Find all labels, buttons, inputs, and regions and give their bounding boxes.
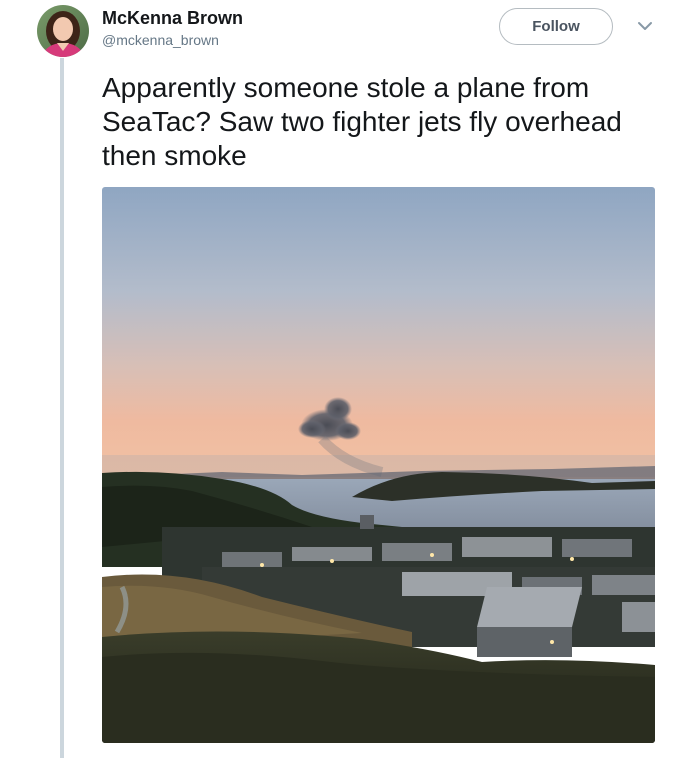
profile-photo-icon — [37, 5, 89, 57]
smoke-landscape-photo — [102, 187, 655, 743]
chevron-down-icon[interactable] — [636, 19, 654, 33]
thread-line — [60, 58, 64, 758]
author-display-name[interactable]: McKenna Brown — [102, 8, 243, 29]
tweet-photo[interactable] — [102, 187, 655, 743]
author-handle[interactable]: @mckenna_brown — [102, 32, 219, 48]
avatar[interactable] — [37, 5, 89, 57]
follow-button[interactable]: Follow — [499, 8, 613, 45]
tweet-text: Apparently someone stole a plane from Se… — [102, 72, 622, 171]
